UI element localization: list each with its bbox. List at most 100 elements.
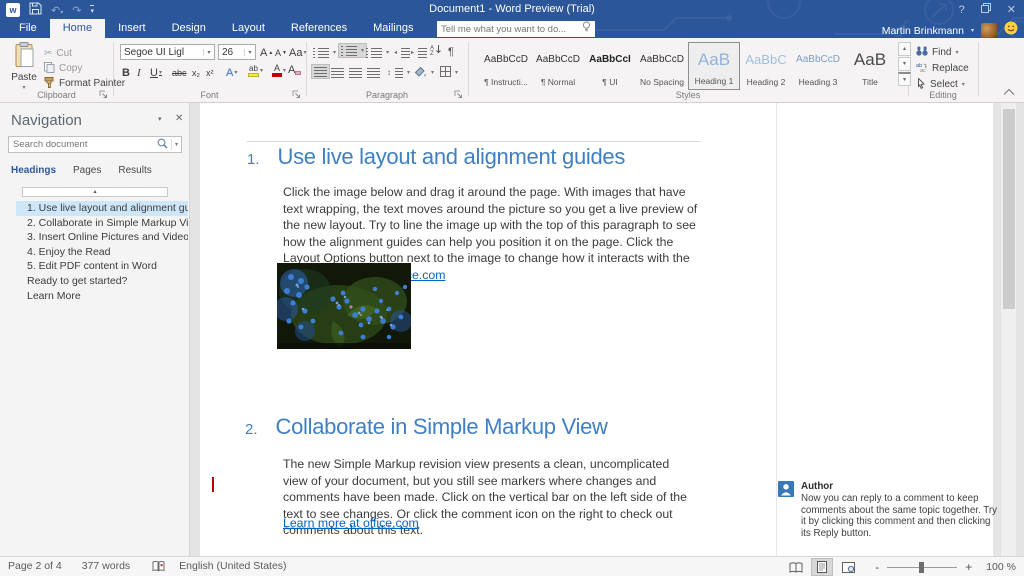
search-magnifier-icon[interactable] xyxy=(154,136,171,154)
revision-change-bar[interactable] xyxy=(212,477,214,492)
nav-heading-item[interactable]: 3. Insert Online Pictures and Video xyxy=(16,230,188,245)
font-size-caret-icon[interactable]: ▾ xyxy=(244,49,255,56)
tab-design[interactable]: Design xyxy=(159,19,219,38)
zoom-slider[interactable] xyxy=(887,560,957,574)
print-layout-button[interactable] xyxy=(811,558,833,576)
section2-link[interactable]: Learn more at office.com xyxy=(283,516,419,530)
style-heading2[interactable]: AaBbC Heading 2 xyxy=(740,42,792,90)
nav-heading-item[interactable]: 2. Collaborate in Simple Markup View xyxy=(16,216,188,231)
zoom-in-button[interactable]: + xyxy=(965,560,972,574)
increase-indent-button[interactable]: ▸ xyxy=(411,45,427,60)
help-icon[interactable]: ? xyxy=(959,4,965,16)
clipboard-dialog-launcher-icon[interactable] xyxy=(99,90,108,99)
font-size-combobox[interactable]: 26▾ xyxy=(218,44,256,60)
sort-button[interactable]: AZ xyxy=(430,43,442,58)
nav-heading-item[interactable]: Ready to get started? xyxy=(16,274,188,289)
nav-tab-headings[interactable]: Headings xyxy=(11,165,56,176)
styles-more-icon[interactable]: ▾ xyxy=(898,72,911,86)
document-page[interactable]: 1. Use live layout and alignment guides … xyxy=(200,103,993,556)
style-heading3[interactable]: AaBbCcD Heading 3 xyxy=(792,42,844,90)
comment-text[interactable]: Now you can reply to a comment to keep c… xyxy=(801,493,998,539)
strikethrough-button[interactable]: abc xyxy=(172,65,187,80)
navigation-options-caret-icon[interactable]: ▾ xyxy=(158,115,162,123)
line-spacing-button[interactable]: ↕▾ xyxy=(387,65,410,80)
search-options-caret-icon[interactable]: ▾ xyxy=(171,139,181,150)
tell-me-input[interactable] xyxy=(441,24,582,35)
bullets-button[interactable]: ▾ xyxy=(313,45,336,60)
web-layout-button[interactable] xyxy=(837,558,859,576)
read-mode-button[interactable] xyxy=(785,558,807,576)
shrink-font-button[interactable]: A▼ xyxy=(275,45,287,60)
tab-mailings[interactable]: Mailings xyxy=(360,19,426,38)
clear-formatting-button[interactable]: A xyxy=(288,62,295,77)
style-no-spacing[interactable]: AaBbCcD No Spacing xyxy=(636,42,688,90)
decrease-indent-button[interactable]: ◂ xyxy=(394,45,410,60)
font-family-caret-icon[interactable]: ▾ xyxy=(203,49,214,56)
font-color-button[interactable]: A▾ xyxy=(272,63,286,78)
navigation-close-icon[interactable]: ✕ xyxy=(175,113,183,124)
text-effects-button[interactable]: A▾ xyxy=(226,65,237,80)
subscript-button[interactable]: x₂ xyxy=(192,65,200,80)
document-search-input[interactable] xyxy=(9,139,154,150)
shading-button[interactable]: ▾ xyxy=(414,65,434,80)
align-right-button[interactable] xyxy=(349,65,362,80)
highlight-color-button[interactable]: ab▾ xyxy=(248,63,263,78)
page-indicator[interactable]: Page 2 of 4 xyxy=(8,560,62,572)
tab-home[interactable]: Home xyxy=(50,19,105,38)
font-dialog-launcher-icon[interactable] xyxy=(292,90,301,99)
copy-button[interactable]: Copy xyxy=(44,61,82,76)
multilevel-list-button[interactable]: ▾ xyxy=(366,45,389,60)
tab-layout[interactable]: Layout xyxy=(219,19,278,38)
grow-font-button[interactable]: A▲ xyxy=(260,45,273,60)
show-hide-marks-button[interactable]: ¶ xyxy=(448,44,454,59)
style-instruction[interactable]: AaBbCcD ¶ Instructi... xyxy=(480,42,532,90)
align-left-button[interactable] xyxy=(311,64,330,79)
avatar[interactable] xyxy=(981,23,997,39)
nav-tab-results[interactable]: Results xyxy=(118,165,151,176)
style-title[interactable]: AaB Title xyxy=(844,42,896,90)
zoom-out-button[interactable]: - xyxy=(875,560,879,574)
comment-author-avatar[interactable] xyxy=(778,481,794,502)
flowers-image[interactable] xyxy=(277,263,411,349)
superscript-button[interactable]: x² xyxy=(206,65,214,80)
cut-button[interactable]: ✂ Cut xyxy=(44,46,72,61)
tab-file[interactable]: File xyxy=(6,19,50,38)
style-heading1[interactable]: AaB Heading 1 xyxy=(688,42,740,90)
tab-references[interactable]: References xyxy=(278,19,360,38)
nav-heading-item[interactable]: 4. Enjoy the Read xyxy=(16,245,188,260)
nav-tab-pages[interactable]: Pages xyxy=(73,165,101,176)
paste-button[interactable]: Paste ▾ xyxy=(8,42,40,96)
proofing-status-icon[interactable] xyxy=(152,561,165,572)
bold-button[interactable]: B xyxy=(122,65,130,80)
styles-scroll-up-icon[interactable]: ▴ xyxy=(898,42,911,56)
numbering-button[interactable]: ▾ xyxy=(338,43,367,58)
paragraph-dialog-launcher-icon[interactable] xyxy=(454,90,463,99)
italic-button[interactable]: I xyxy=(137,65,141,80)
style-normal[interactable]: AaBbCcD ¶ Normal xyxy=(532,42,584,90)
style-ui[interactable]: AaBbCcI ¶ UI xyxy=(584,42,636,90)
account-name[interactable]: Martin Brinkmann xyxy=(882,25,964,37)
headings-scroll-up-bar[interactable]: ▴ xyxy=(22,187,168,197)
nav-heading-item[interactable]: Learn More xyxy=(16,289,188,304)
document-search-box[interactable]: ▾ xyxy=(8,136,182,153)
collapse-ribbon-icon[interactable] xyxy=(1002,88,1016,99)
close-icon[interactable]: ✕ xyxy=(1007,3,1016,16)
replace-button[interactable]: abac Replace xyxy=(916,61,969,76)
word-count[interactable]: 377 words xyxy=(82,560,130,572)
language-indicator[interactable]: English (United States) xyxy=(179,560,286,572)
restore-icon[interactable] xyxy=(981,3,991,16)
vertical-scrollbar[interactable] xyxy=(1000,103,1016,556)
underline-button[interactable]: U▾ xyxy=(150,65,162,80)
change-case-button[interactable]: Aa▾ xyxy=(289,45,306,60)
borders-button[interactable]: ▾ xyxy=(440,65,458,80)
nav-heading-item[interactable]: 1. Use live layout and alignment gui... xyxy=(16,201,188,216)
tab-insert[interactable]: Insert xyxy=(105,19,159,38)
justify-button[interactable] xyxy=(367,65,380,80)
format-painter-button[interactable]: Format Painter xyxy=(44,76,125,91)
nav-heading-item[interactable]: 5. Edit PDF content in Word xyxy=(16,259,188,274)
font-family-combobox[interactable]: Segoe UI Ligl▾ xyxy=(120,44,215,60)
tell-me-box[interactable] xyxy=(437,21,595,37)
zoom-level[interactable]: 100 % xyxy=(986,561,1016,573)
scrollbar-thumb[interactable] xyxy=(1003,109,1015,309)
styles-scroll-down-icon[interactable]: ▾ xyxy=(898,57,911,71)
